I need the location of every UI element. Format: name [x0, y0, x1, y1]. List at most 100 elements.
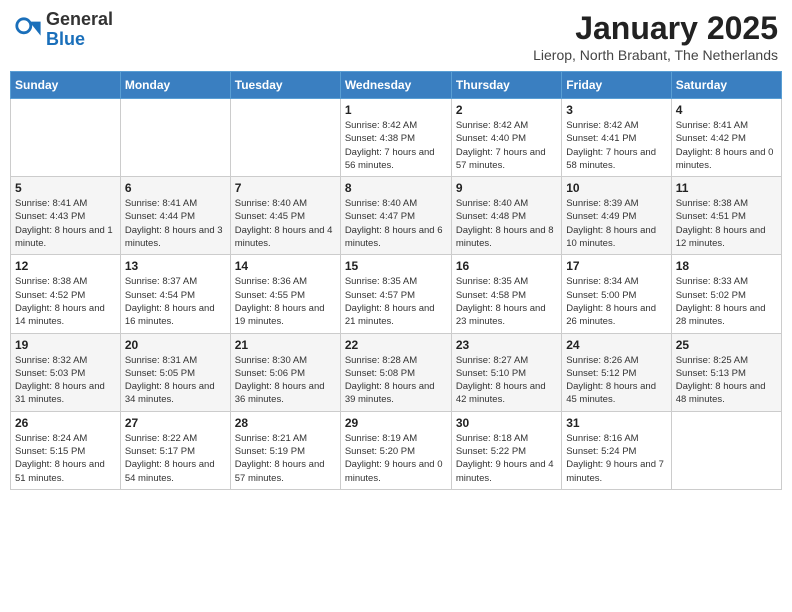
day-number: 29: [345, 416, 447, 430]
day-info: Sunrise: 8:26 AM Sunset: 5:12 PM Dayligh…: [566, 354, 666, 407]
calendar-day-cell: 31 Sunrise: 8:16 AM Sunset: 5:24 PM Dayli…: [562, 411, 671, 489]
calendar-week-row: 26 Sunrise: 8:24 AM Sunset: 5:15 PM Dayli…: [11, 411, 782, 489]
calendar-day-cell: 9 Sunrise: 8:40 AM Sunset: 4:48 PM Daylig…: [451, 177, 561, 255]
calendar-day-cell: [11, 99, 121, 177]
day-number: 10: [566, 181, 666, 195]
day-number: 13: [125, 259, 226, 273]
day-info: Sunrise: 8:32 AM Sunset: 5:03 PM Dayligh…: [15, 354, 116, 407]
day-number: 23: [456, 338, 557, 352]
logo-general-text: General: [46, 10, 113, 30]
logo: General Blue: [14, 10, 113, 50]
calendar-header-row: SundayMondayTuesdayWednesdayThursdayFrid…: [11, 72, 782, 99]
day-info: Sunrise: 8:24 AM Sunset: 5:15 PM Dayligh…: [15, 432, 116, 485]
day-of-week-header: Saturday: [671, 72, 781, 99]
day-info: Sunrise: 8:33 AM Sunset: 5:02 PM Dayligh…: [676, 275, 777, 328]
calendar-day-cell: 11Sunrise: 8:38 AM Sunset: 4:51 PM Dayli…: [671, 177, 781, 255]
day-number: 9: [456, 181, 557, 195]
calendar-day-cell: 4 Sunrise: 8:41 AM Sunset: 4:42 PM Daylig…: [671, 99, 781, 177]
calendar-day-cell: 6 Sunrise: 8:41 AM Sunset: 4:44 PM Daylig…: [120, 177, 230, 255]
day-of-week-header: Tuesday: [230, 72, 340, 99]
day-of-week-header: Monday: [120, 72, 230, 99]
location-subtitle: Lierop, North Brabant, The Netherlands: [533, 47, 778, 63]
logo-icon: [14, 16, 42, 44]
month-title: January 2025: [533, 10, 778, 47]
day-info: Sunrise: 8:42 AM Sunset: 4:41 PM Dayligh…: [566, 119, 666, 172]
calendar-day-cell: 26 Sunrise: 8:24 AM Sunset: 5:15 PM Dayli…: [11, 411, 121, 489]
day-number: 8: [345, 181, 447, 195]
calendar-day-cell: 15 Sunrise: 8:35 AM Sunset: 4:57 PM Dayli…: [340, 255, 451, 333]
day-number: 20: [125, 338, 226, 352]
day-number: 25: [676, 338, 777, 352]
day-number: 6: [125, 181, 226, 195]
day-number: 2: [456, 103, 557, 117]
day-of-week-header: Thursday: [451, 72, 561, 99]
day-number: 31: [566, 416, 666, 430]
day-info: Sunrise: 8:42 AM Sunset: 4:40 PM Dayligh…: [456, 119, 557, 172]
day-info: Sunrise: 8:18 AM Sunset: 5:22 PM Dayligh…: [456, 432, 557, 485]
day-number: 27: [125, 416, 226, 430]
calendar-day-cell: 10Sunrise: 8:39 AM Sunset: 4:49 PM Dayli…: [562, 177, 671, 255]
day-number: 26: [15, 416, 116, 430]
day-number: 14: [235, 259, 336, 273]
day-of-week-header: Friday: [562, 72, 671, 99]
day-of-week-header: Wednesday: [340, 72, 451, 99]
title-block: January 2025 Lierop, North Brabant, The …: [533, 10, 778, 63]
day-info: Sunrise: 8:27 AM Sunset: 5:10 PM Dayligh…: [456, 354, 557, 407]
day-info: Sunrise: 8:31 AM Sunset: 5:05 PM Dayligh…: [125, 354, 226, 407]
day-of-week-header: Sunday: [11, 72, 121, 99]
day-info: Sunrise: 8:42 AM Sunset: 4:38 PM Dayligh…: [345, 119, 447, 172]
day-info: Sunrise: 8:16 AM Sunset: 5:24 PM Dayligh…: [566, 432, 666, 485]
day-info: Sunrise: 8:41 AM Sunset: 4:44 PM Dayligh…: [125, 197, 226, 250]
day-info: Sunrise: 8:40 AM Sunset: 4:48 PM Dayligh…: [456, 197, 557, 250]
day-info: Sunrise: 8:25 AM Sunset: 5:13 PM Dayligh…: [676, 354, 777, 407]
day-info: Sunrise: 8:40 AM Sunset: 4:47 PM Dayligh…: [345, 197, 447, 250]
day-number: 5: [15, 181, 116, 195]
day-number: 7: [235, 181, 336, 195]
calendar-day-cell: 13Sunrise: 8:37 AM Sunset: 4:54 PM Dayli…: [120, 255, 230, 333]
day-number: 11: [676, 181, 777, 195]
calendar-day-cell: 22 Sunrise: 8:28 AM Sunset: 5:08 PM Dayli…: [340, 333, 451, 411]
calendar-week-row: 1 Sunrise: 8:42 AM Sunset: 4:38 PM Daylig…: [11, 99, 782, 177]
calendar-day-cell: 30 Sunrise: 8:18 AM Sunset: 5:22 PM Dayli…: [451, 411, 561, 489]
day-number: 24: [566, 338, 666, 352]
logo-blue-text: Blue: [46, 30, 113, 50]
calendar-day-cell: 23 Sunrise: 8:27 AM Sunset: 5:10 PM Dayli…: [451, 333, 561, 411]
day-number: 28: [235, 416, 336, 430]
day-number: 18: [676, 259, 777, 273]
day-info: Sunrise: 8:35 AM Sunset: 4:57 PM Dayligh…: [345, 275, 447, 328]
day-number: 22: [345, 338, 447, 352]
calendar-table: SundayMondayTuesdayWednesdayThursdayFrid…: [10, 71, 782, 490]
calendar-day-cell: 19Sunrise: 8:32 AM Sunset: 5:03 PM Dayli…: [11, 333, 121, 411]
calendar-day-cell: 18 Sunrise: 8:33 AM Sunset: 5:02 PM Dayli…: [671, 255, 781, 333]
calendar-week-row: 5 Sunrise: 8:41 AM Sunset: 4:43 PM Daylig…: [11, 177, 782, 255]
calendar-day-cell: 16Sunrise: 8:35 AM Sunset: 4:58 PM Dayli…: [451, 255, 561, 333]
day-number: 1: [345, 103, 447, 117]
calendar-day-cell: 14 Sunrise: 8:36 AM Sunset: 4:55 PM Dayli…: [230, 255, 340, 333]
day-info: Sunrise: 8:21 AM Sunset: 5:19 PM Dayligh…: [235, 432, 336, 485]
day-info: Sunrise: 8:30 AM Sunset: 5:06 PM Dayligh…: [235, 354, 336, 407]
calendar-week-row: 12Sunrise: 8:38 AM Sunset: 4:52 PM Dayli…: [11, 255, 782, 333]
day-number: 12: [15, 259, 116, 273]
calendar-day-cell: 7 Sunrise: 8:40 AM Sunset: 4:45 PM Daylig…: [230, 177, 340, 255]
day-number: 4: [676, 103, 777, 117]
calendar-day-cell: 29Sunrise: 8:19 AM Sunset: 5:20 PM Dayli…: [340, 411, 451, 489]
day-info: Sunrise: 8:41 AM Sunset: 4:43 PM Dayligh…: [15, 197, 116, 250]
day-info: Sunrise: 8:36 AM Sunset: 4:55 PM Dayligh…: [235, 275, 336, 328]
day-number: 15: [345, 259, 447, 273]
calendar-day-cell: 28 Sunrise: 8:21 AM Sunset: 5:19 PM Dayli…: [230, 411, 340, 489]
calendar-week-row: 19Sunrise: 8:32 AM Sunset: 5:03 PM Dayli…: [11, 333, 782, 411]
day-number: 30: [456, 416, 557, 430]
calendar-day-cell: 27 Sunrise: 8:22 AM Sunset: 5:17 PM Dayli…: [120, 411, 230, 489]
day-info: Sunrise: 8:34 AM Sunset: 5:00 PM Dayligh…: [566, 275, 666, 328]
day-number: 3: [566, 103, 666, 117]
day-info: Sunrise: 8:40 AM Sunset: 4:45 PM Dayligh…: [235, 197, 336, 250]
day-info: Sunrise: 8:28 AM Sunset: 5:08 PM Dayligh…: [345, 354, 447, 407]
calendar-day-cell: 12Sunrise: 8:38 AM Sunset: 4:52 PM Dayli…: [11, 255, 121, 333]
day-info: Sunrise: 8:22 AM Sunset: 5:17 PM Dayligh…: [125, 432, 226, 485]
calendar-day-cell: 8 Sunrise: 8:40 AM Sunset: 4:47 PM Daylig…: [340, 177, 451, 255]
page-header: General Blue January 2025 Lierop, North …: [10, 10, 782, 63]
calendar-day-cell: 24 Sunrise: 8:26 AM Sunset: 5:12 PM Dayli…: [562, 333, 671, 411]
calendar-day-cell: [671, 411, 781, 489]
calendar-day-cell: 2 Sunrise: 8:42 AM Sunset: 4:40 PM Daylig…: [451, 99, 561, 177]
day-info: Sunrise: 8:41 AM Sunset: 4:42 PM Dayligh…: [676, 119, 777, 172]
